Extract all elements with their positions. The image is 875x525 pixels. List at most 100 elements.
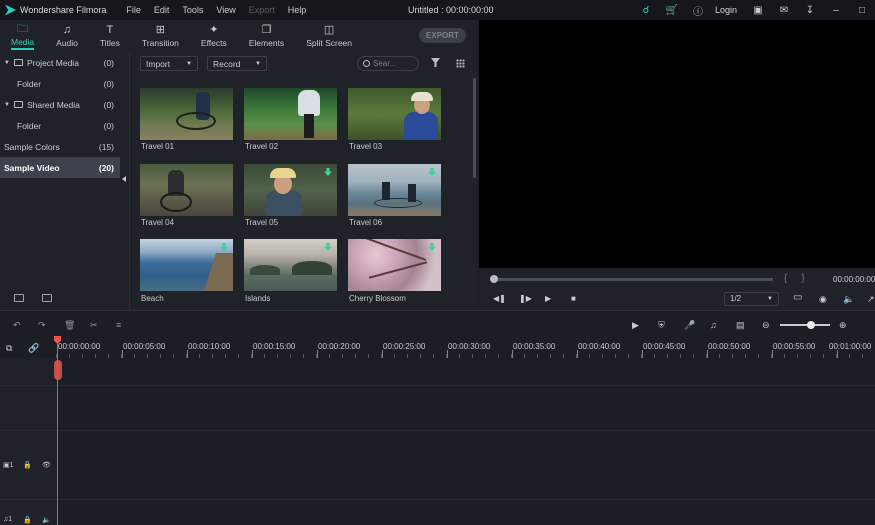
download-icon[interactable] <box>324 168 332 176</box>
delete-icon[interactable]: 🗑 <box>64 320 75 331</box>
fullscreen-icon[interactable]: ↗ <box>867 294 875 305</box>
download-icon[interactable] <box>428 168 436 176</box>
menu-file[interactable]: File <box>126 5 141 15</box>
eye-icon[interactable]: 👁 <box>42 461 51 469</box>
media-thumb-travel-05[interactable] <box>244 164 337 216</box>
link-icon[interactable]: 🔗 <box>28 343 39 354</box>
media-thumb-travel-04[interactable] <box>140 164 233 216</box>
cut-icon[interactable]: ✂ <box>90 320 98 331</box>
caption-icon[interactable]: ▤ <box>736 320 745 331</box>
media-thumb-travel-03[interactable] <box>348 88 441 140</box>
voiceover-icon[interactable]: ♫ <box>710 320 717 330</box>
grid-view-icon[interactable] <box>456 59 465 68</box>
cart-icon[interactable]: 🛒 <box>659 5 685 16</box>
step-forward-icon[interactable]: ❚▶ <box>519 294 532 303</box>
menu-help[interactable]: Help <box>288 5 307 15</box>
redo-icon[interactable]: ↷ <box>38 320 46 331</box>
preview-progress-knob[interactable] <box>490 275 498 283</box>
ruler-major-tick <box>772 350 773 358</box>
track-lane-audio-1[interactable] <box>56 500 875 525</box>
media-thumb-islands[interactable] <box>244 239 337 291</box>
headset-icon[interactable]: ☌ <box>633 5 659 16</box>
media-thumb-beach[interactable] <box>140 239 233 291</box>
tab-split-screen[interactable]: ◫ Split Screen <box>295 20 363 52</box>
microphone-icon[interactable]: 🎤 <box>684 320 695 331</box>
folder-outline-icon[interactable] <box>42 294 52 302</box>
tree-item-sample-colors[interactable]: Sample Colors (15) <box>0 136 120 157</box>
media-thumb-cherry-blossom[interactable] <box>348 239 441 291</box>
minimize-icon[interactable]: – <box>823 5 849 16</box>
filter-icon[interactable] <box>431 58 440 67</box>
menu-tools[interactable]: Tools <box>182 5 203 15</box>
download-icon[interactable] <box>428 243 436 251</box>
timeline-ruler[interactable]: ⧉ 🔗 00:00:00:00 00:00:05:00 00:00:10:00 00:… <box>0 338 875 358</box>
zoom-in-icon[interactable]: ⊕ <box>839 320 847 331</box>
stop-icon[interactable]: ■ <box>571 294 576 303</box>
new-folder-icon[interactable] <box>14 294 24 302</box>
maximize-icon[interactable]: □ <box>849 5 875 16</box>
thumbnail-image <box>176 112 216 130</box>
tab-titles[interactable]: T Titles <box>89 20 131 52</box>
media-thumb-travel-02[interactable] <box>244 88 337 140</box>
ruler-tick-label: 00:00:20:00 <box>318 342 361 351</box>
media-thumb-travel-01[interactable] <box>140 88 233 140</box>
media-label: Travel 03 <box>349 142 383 151</box>
caret-down-icon[interactable]: ▼ <box>4 60 10 66</box>
media-scrollbar[interactable] <box>473 78 476 178</box>
menu-view[interactable]: View <box>216 5 235 15</box>
mark-in-out-icon[interactable]: {} <box>784 273 819 284</box>
collapse-arrow-icon[interactable] <box>122 176 126 182</box>
download-icon[interactable]: ↧ <box>797 5 823 16</box>
zoom-slider-knob[interactable] <box>807 321 815 329</box>
search-icon <box>363 60 370 67</box>
adjust-icon[interactable]: ≡ <box>116 320 121 330</box>
save-icon[interactable]: ▣ <box>745 5 771 16</box>
tree-item-project-media[interactable]: ▼ Project Media (0) <box>0 52 120 73</box>
track-lane-empty[interactable] <box>56 386 875 430</box>
tree-item-sample-video[interactable]: Sample Video (20) <box>0 157 120 178</box>
tree-item-folder[interactable]: Folder (0) <box>0 115 120 136</box>
info-icon[interactable]: ⓘ <box>685 3 711 18</box>
render-icon[interactable]: ▶ <box>632 320 639 331</box>
playhead-marker[interactable] <box>54 360 62 380</box>
display-icon[interactable]: ▭ <box>793 292 802 303</box>
speaker-icon[interactable]: 🔈 <box>42 516 51 524</box>
zoom-out-icon[interactable]: ⊖ <box>762 320 770 331</box>
tab-audio[interactable]: ♫ Audio <box>45 20 89 52</box>
snapshot-icon[interactable]: ◉ <box>819 294 827 305</box>
tree-item-folder[interactable]: Folder (0) <box>0 73 120 94</box>
shield-icon[interactable]: ⛨ <box>658 320 665 331</box>
volume-icon[interactable]: 🔈 <box>843 294 854 305</box>
media-thumb-travel-06[interactable] <box>348 164 441 216</box>
tab-transition[interactable]: ⊞ Transition <box>131 20 190 52</box>
quality-select[interactable]: 1/2 ▼ <box>724 292 779 306</box>
lock-icon[interactable]: 🔒 <box>23 516 32 524</box>
login-link[interactable]: Login <box>715 5 737 15</box>
mail-icon[interactable]: ✉ <box>771 5 797 16</box>
play-icon[interactable]: ▶ <box>545 294 551 303</box>
preview-window[interactable] <box>479 20 875 268</box>
download-icon[interactable] <box>220 243 228 251</box>
step-back-icon[interactable]: ◀❚ <box>493 294 506 303</box>
add-track-icon[interactable]: ⧉ <box>6 343 12 354</box>
thumbnail-image <box>359 239 427 261</box>
record-dropdown[interactable]: Record ▼ <box>207 56 267 71</box>
panel-splitter[interactable] <box>120 52 130 310</box>
track-lane-empty[interactable] <box>56 358 875 385</box>
lock-icon[interactable]: 🔒 <box>23 461 32 469</box>
export-button[interactable]: EXPORT <box>419 28 466 43</box>
download-icon[interactable] <box>324 243 332 251</box>
tab-elements[interactable]: ❐ Elements <box>238 20 295 52</box>
undo-icon[interactable]: ↶ <box>13 320 21 331</box>
tab-effects[interactable]: ✦ Effects <box>190 20 238 52</box>
track-lane-video-1[interactable] <box>56 431 875 499</box>
menu-edit[interactable]: Edit <box>154 5 170 15</box>
media-label: Travel 06 <box>349 218 383 227</box>
search-input[interactable]: Sear... <box>357 56 419 71</box>
zoom-slider-track[interactable] <box>780 324 830 326</box>
import-dropdown[interactable]: Import ▼ <box>140 56 198 71</box>
preview-progress-track[interactable] <box>491 278 773 281</box>
tree-item-shared-media[interactable]: ▼ Shared Media (0) <box>0 94 120 115</box>
caret-down-icon[interactable]: ▼ <box>4 102 10 108</box>
tab-media[interactable]: 🗀 Media <box>0 20 45 52</box>
